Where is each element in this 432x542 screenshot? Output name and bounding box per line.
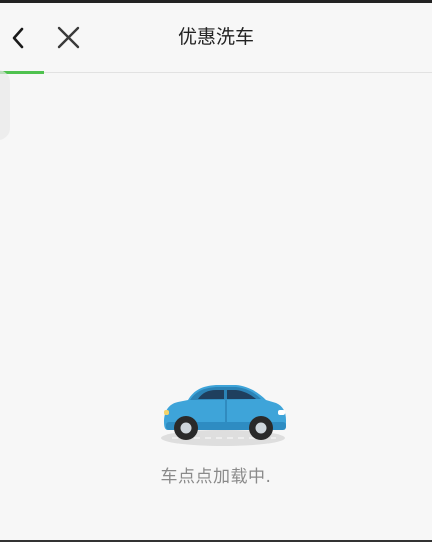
chevron-left-icon: [12, 27, 24, 49]
close-button[interactable]: [54, 23, 84, 53]
side-drawer-handle[interactable]: [0, 70, 10, 140]
navigation-bar: 优惠洗车: [0, 3, 432, 73]
close-icon: [57, 26, 80, 49]
car-icon: [161, 385, 286, 446]
back-button[interactable]: [6, 23, 34, 53]
webview-page: 优惠洗车 车点点加载中.: [0, 0, 432, 542]
loading-illustration: [158, 378, 288, 450]
loading-text: 车点点加载中.: [160, 467, 272, 487]
